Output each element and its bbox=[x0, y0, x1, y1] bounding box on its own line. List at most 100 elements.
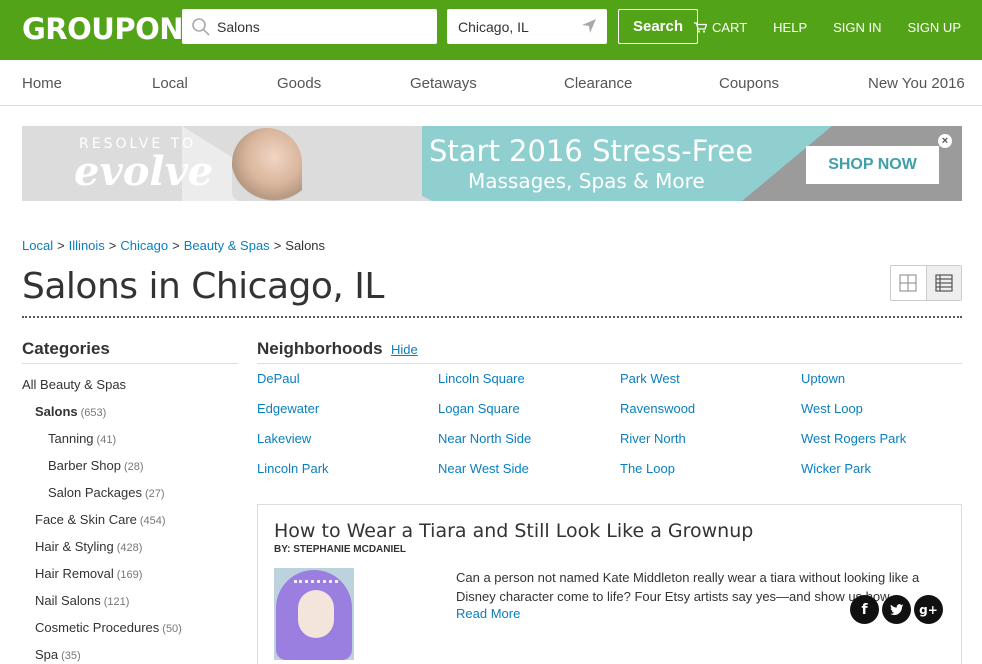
nav-item-coupons[interactable]: Coupons bbox=[719, 75, 779, 92]
category-hair-removal[interactable]: Hair Removal (169) bbox=[35, 566, 142, 581]
list-view-button[interactable] bbox=[925, 266, 961, 300]
close-banner-icon[interactable]: × bbox=[938, 134, 952, 148]
google-plus-icon: g+ bbox=[919, 602, 938, 617]
thumbnail-face bbox=[298, 590, 334, 638]
article-title[interactable]: How to Wear a Tiara and Still Look Like … bbox=[274, 520, 753, 542]
category-salons[interactable]: Salons (653) bbox=[35, 404, 106, 419]
article-thumbnail[interactable] bbox=[274, 568, 354, 660]
category-all-beauty-spas[interactable]: All Beauty & Spas bbox=[22, 377, 126, 392]
neighborhood-link[interactable]: Lincoln Square bbox=[438, 371, 525, 386]
category-label: Hair Removal bbox=[35, 566, 114, 581]
category-label: Salon Packages bbox=[48, 485, 142, 500]
category-salon-packages[interactable]: Salon Packages (27) bbox=[48, 485, 165, 500]
help-link[interactable]: HELP bbox=[773, 20, 807, 35]
category-hair-styling[interactable]: Hair & Styling (428) bbox=[35, 539, 142, 554]
breadcrumb-beauty-spas[interactable]: Beauty & Spas bbox=[184, 238, 270, 253]
categories-divider bbox=[22, 363, 238, 364]
search-icon bbox=[192, 18, 210, 36]
nav-item-local[interactable]: Local bbox=[152, 75, 188, 92]
cart-label: CART bbox=[712, 20, 748, 35]
breadcrumb-illinois[interactable]: Illinois bbox=[69, 238, 105, 253]
grid-view-icon bbox=[899, 274, 918, 292]
google-plus-share-button[interactable]: g+ bbox=[914, 595, 943, 624]
banner-model-image bbox=[232, 128, 302, 201]
main-nav: Home Local Goods Getaways Clearance Coup… bbox=[0, 60, 982, 106]
neighborhood-link[interactable]: Lakeview bbox=[257, 431, 311, 446]
facebook-share-button[interactable]: f bbox=[850, 595, 879, 624]
category-label: All Beauty & Spas bbox=[22, 377, 127, 392]
breadcrumb-separator: > bbox=[172, 238, 180, 253]
neighborhood-link[interactable]: Near North Side bbox=[438, 431, 531, 446]
location-input[interactable] bbox=[458, 9, 578, 44]
search-field[interactable] bbox=[182, 9, 437, 44]
article-card: How to Wear a Tiara and Still Look Like … bbox=[257, 504, 962, 664]
category-spa[interactable]: Spa (35) bbox=[35, 647, 81, 662]
category-count: (27) bbox=[144, 488, 165, 500]
category-tanning[interactable]: Tanning (41) bbox=[48, 431, 116, 446]
category-count: (28) bbox=[124, 461, 144, 473]
neighborhood-link[interactable]: Logan Square bbox=[438, 401, 520, 416]
sign-in-link[interactable]: SIGN IN bbox=[833, 20, 881, 35]
neighborhoods-heading: Neighborhoods bbox=[257, 339, 383, 358]
shop-now-button[interactable]: SHOP NOW bbox=[806, 146, 939, 184]
breadcrumb-chicago[interactable]: Chicago bbox=[120, 238, 168, 253]
twitter-share-button[interactable]: t bbox=[882, 595, 911, 624]
banner-subline: Massages, Spas & More bbox=[468, 169, 705, 193]
cart-link[interactable]: CART bbox=[694, 20, 747, 35]
category-label: Hair & Styling bbox=[35, 539, 114, 554]
category-nail-salons[interactable]: Nail Salons (121) bbox=[35, 593, 129, 608]
breadcrumb-separator: > bbox=[57, 238, 65, 253]
category-barber-shop[interactable]: Barber Shop (28) bbox=[48, 458, 144, 473]
breadcrumb: Local > Illinois > Chicago > Beauty & Spas > Sal… bbox=[22, 238, 325, 253]
category-face-skin-care[interactable]: Face & Skin Care (454) bbox=[35, 512, 166, 527]
location-field[interactable] bbox=[447, 9, 607, 44]
nav-item-getaways[interactable]: Getaways bbox=[410, 75, 477, 92]
promo-banner[interactable]: RESOLVE TO evolve Start 2016 Stress-Free… bbox=[22, 126, 962, 201]
category-label: Face & Skin Care bbox=[35, 512, 137, 527]
categories-heading: Categories bbox=[22, 339, 110, 358]
category-label: Barber Shop bbox=[48, 458, 121, 473]
neighborhood-link[interactable]: West Rogers Park bbox=[801, 431, 906, 446]
category-count: (454) bbox=[139, 515, 166, 527]
neighborhood-link[interactable]: Uptown bbox=[801, 371, 845, 386]
neighborhood-link[interactable]: West Loop bbox=[801, 401, 863, 416]
breadcrumb-separator: > bbox=[273, 238, 282, 253]
location-arrow-icon[interactable] bbox=[581, 18, 597, 34]
category-cosmetic-procedures[interactable]: Cosmetic Procedures (50) bbox=[35, 620, 182, 635]
neighborhood-link[interactable]: Lincoln Park bbox=[257, 461, 329, 476]
neighborhood-link[interactable]: Ravenswood bbox=[620, 401, 695, 416]
nav-item-clearance[interactable]: Clearance bbox=[564, 75, 632, 92]
neighborhood-link[interactable]: Edgewater bbox=[257, 401, 319, 416]
sign-up-link[interactable]: SIGN UP bbox=[908, 20, 961, 35]
groupon-logo[interactable]: GROUPON bbox=[22, 12, 184, 46]
category-count: (169) bbox=[116, 569, 143, 581]
nav-item-new-you-2016[interactable]: New You 2016 bbox=[868, 75, 965, 92]
category-count: (428) bbox=[116, 542, 143, 554]
category-label: Nail Salons bbox=[35, 593, 101, 608]
grid-view-button[interactable] bbox=[891, 266, 926, 300]
breadcrumb-current: Salons bbox=[285, 238, 326, 253]
neighborhood-link[interactable]: DePaul bbox=[257, 371, 300, 386]
article-byline: BY: STEPHANIE MCDANIEL bbox=[274, 544, 407, 555]
breadcrumb-local[interactable]: Local bbox=[22, 238, 53, 253]
neighborhood-link[interactable]: Near West Side bbox=[438, 461, 529, 476]
neighborhood-link[interactable]: The Loop bbox=[620, 461, 675, 476]
title-divider bbox=[22, 316, 962, 318]
facebook-icon: f bbox=[861, 601, 868, 618]
category-label: Spa bbox=[35, 647, 59, 662]
nav-item-goods[interactable]: Goods bbox=[277, 75, 321, 92]
read-more-link[interactable]: Read More bbox=[456, 606, 527, 621]
banner-tagline-big: evolve bbox=[74, 148, 214, 195]
neighborhood-link[interactable]: Wicker Park bbox=[801, 461, 871, 476]
neighborhood-link[interactable]: River North bbox=[620, 431, 686, 446]
article-excerpt: Can a person not named Kate Middleton re… bbox=[456, 570, 920, 604]
hide-neighborhoods-link[interactable]: Hide bbox=[391, 342, 418, 357]
list-view-icon bbox=[935, 274, 953, 292]
search-input[interactable] bbox=[217, 9, 427, 44]
category-label: Salons bbox=[35, 404, 78, 419]
nav-item-home[interactable]: Home bbox=[22, 75, 62, 92]
neighborhood-link[interactable]: Park West bbox=[620, 371, 680, 386]
category-count: (50) bbox=[162, 623, 182, 635]
top-links: CART HELP SIGN IN SIGN UP bbox=[668, 20, 961, 35]
cart-icon bbox=[694, 22, 707, 33]
